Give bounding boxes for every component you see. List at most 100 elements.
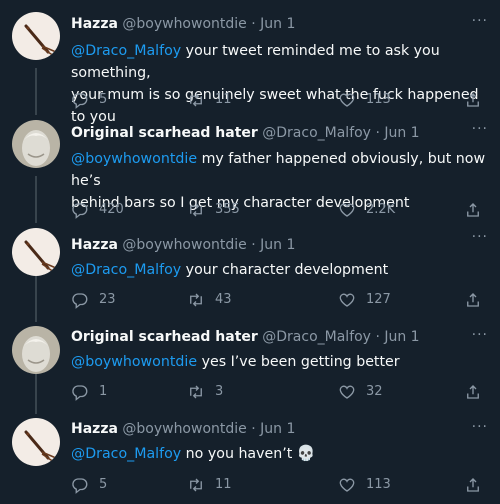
- mention-link[interactable]: @Draco_Malfoy: [71, 43, 181, 59]
- retweet-button[interactable]: 43: [187, 290, 232, 310]
- heart-icon: [339, 93, 355, 107]
- share-button[interactable]: [464, 475, 492, 495]
- skull-emoji: 💀: [296, 444, 316, 462]
- tweet-actions: 5 11 113: [71, 475, 486, 495]
- reply-button[interactable]: 23: [71, 290, 116, 310]
- handle[interactable]: @boywhowontdie: [122, 421, 246, 437]
- share-button[interactable]: [464, 382, 492, 402]
- tweet-actions: 5 11 113: [71, 90, 486, 110]
- reply-count: 1: [99, 384, 108, 399]
- more-icon[interactable]: ···: [472, 418, 488, 436]
- avatar[interactable]: [12, 228, 60, 276]
- heart-icon: [339, 385, 355, 399]
- retweet-icon: [190, 203, 202, 217]
- retweet-button[interactable]: 11: [187, 90, 232, 110]
- reply-icon: [72, 203, 88, 219]
- share-button[interactable]: [464, 90, 492, 110]
- share-button[interactable]: [464, 290, 492, 310]
- retweet-count: 43: [215, 292, 232, 307]
- avatar[interactable]: [12, 326, 60, 374]
- avatar[interactable]: [12, 12, 60, 60]
- handle[interactable]: @Draco_Malfoy: [262, 125, 371, 141]
- tweet-text: @Draco_Malfoy no you haven’t 💀: [71, 442, 491, 465]
- avatar-image: [12, 120, 60, 168]
- share-icon: [467, 385, 479, 399]
- timestamp[interactable]: · Jun 1: [375, 329, 419, 345]
- reply-button[interactable]: 1: [71, 382, 107, 402]
- reply-count: 5: [99, 477, 108, 492]
- like-button[interactable]: 2.2K: [338, 200, 395, 220]
- share-button[interactable]: [464, 200, 492, 220]
- retweet-icon: [190, 478, 202, 492]
- share-icon: [467, 93, 479, 107]
- tweet[interactable]: Hazza @boywhowontdie · Jun 1 ··· @Draco_…: [0, 12, 500, 125]
- mention-link[interactable]: @boywhowontdie: [71, 354, 197, 370]
- reply-icon: [72, 478, 88, 494]
- reply-count: 420: [99, 202, 124, 217]
- reply-button[interactable]: 5: [71, 475, 107, 495]
- share-icon: [467, 478, 479, 492]
- like-count: 113: [366, 477, 391, 492]
- display-name[interactable]: Original scarhead hater: [71, 329, 258, 345]
- retweet-count: 11: [215, 477, 232, 492]
- display-name[interactable]: Hazza: [71, 16, 118, 32]
- avatar-image: [12, 326, 60, 374]
- reply-icon: [72, 385, 88, 401]
- tweet[interactable]: Hazza @boywhowontdie · Jun 1 ··· @Draco_…: [0, 418, 500, 504]
- retweet-button[interactable]: 11: [187, 475, 232, 495]
- mention-link[interactable]: @Draco_Malfoy: [71, 446, 181, 462]
- reply-count: 23: [99, 292, 116, 307]
- avatar[interactable]: [12, 120, 60, 168]
- tweet-actions: 420 355 2.2K: [71, 200, 486, 220]
- share-icon: [467, 293, 479, 307]
- display-name[interactable]: Hazza: [71, 421, 118, 437]
- display-name[interactable]: Original scarhead hater: [71, 125, 258, 141]
- mention-link[interactable]: @boywhowontdie: [71, 151, 197, 167]
- reply-button[interactable]: 5: [71, 90, 107, 110]
- share-icon: [467, 203, 479, 217]
- tweet[interactable]: Original scarhead hater @Draco_Malfoy · …: [0, 120, 500, 220]
- tweet-header: Hazza @boywhowontdie · Jun 1: [71, 13, 295, 35]
- timestamp[interactable]: · Jun 1: [251, 421, 295, 437]
- avatar-image: [12, 418, 60, 466]
- more-icon[interactable]: ···: [472, 326, 488, 344]
- retweet-icon: [190, 385, 202, 399]
- like-count: 127: [366, 292, 391, 307]
- tweet-text: @Draco_Malfoy your tweet reminded me to …: [71, 40, 491, 128]
- tweet-text: @boywhowontdie yes I’ve been getting bet…: [71, 351, 491, 373]
- retweet-icon: [190, 93, 202, 107]
- tweet-text: @Draco_Malfoy your character development: [71, 259, 491, 281]
- retweet-button[interactable]: 355: [187, 200, 240, 220]
- tweet-actions: 23 43 127: [71, 290, 486, 310]
- like-button[interactable]: 32: [338, 382, 383, 402]
- tweet-header: Original scarhead hater @Draco_Malfoy · …: [71, 326, 420, 348]
- more-icon[interactable]: ···: [472, 12, 488, 30]
- timestamp[interactable]: · Jun 1: [251, 237, 295, 253]
- timestamp[interactable]: · Jun 1: [375, 125, 419, 141]
- timestamp[interactable]: · Jun 1: [251, 16, 295, 32]
- heart-icon: [339, 293, 355, 307]
- like-count: 2.2K: [366, 202, 396, 217]
- tweet[interactable]: Original scarhead hater @Draco_Malfoy · …: [0, 326, 500, 406]
- tweet-header: Hazza @boywhowontdie · Jun 1: [71, 234, 295, 256]
- avatar[interactable]: [12, 418, 60, 466]
- like-button[interactable]: 127: [338, 290, 391, 310]
- more-icon[interactable]: ···: [472, 120, 488, 138]
- like-count: 32: [366, 384, 383, 399]
- retweet-count: 3: [215, 384, 224, 399]
- reply-icon: [72, 293, 88, 309]
- tweet[interactable]: Hazza @boywhowontdie · Jun 1 ··· @Draco_…: [0, 228, 500, 318]
- handle[interactable]: @boywhowontdie: [122, 16, 246, 32]
- handle[interactable]: @boywhowontdie: [122, 237, 246, 253]
- retweet-button[interactable]: 3: [187, 382, 223, 402]
- mention-link[interactable]: @Draco_Malfoy: [71, 262, 181, 278]
- more-icon[interactable]: ···: [472, 228, 488, 246]
- like-button[interactable]: 113: [338, 475, 391, 495]
- heart-icon: [339, 478, 355, 492]
- like-button[interactable]: 113: [338, 90, 391, 110]
- tweet-header: Hazza @boywhowontdie · Jun 1: [71, 418, 295, 440]
- reply-button[interactable]: 420: [71, 200, 124, 220]
- handle[interactable]: @Draco_Malfoy: [262, 329, 371, 345]
- avatar-image: [12, 12, 60, 60]
- display-name[interactable]: Hazza: [71, 237, 118, 253]
